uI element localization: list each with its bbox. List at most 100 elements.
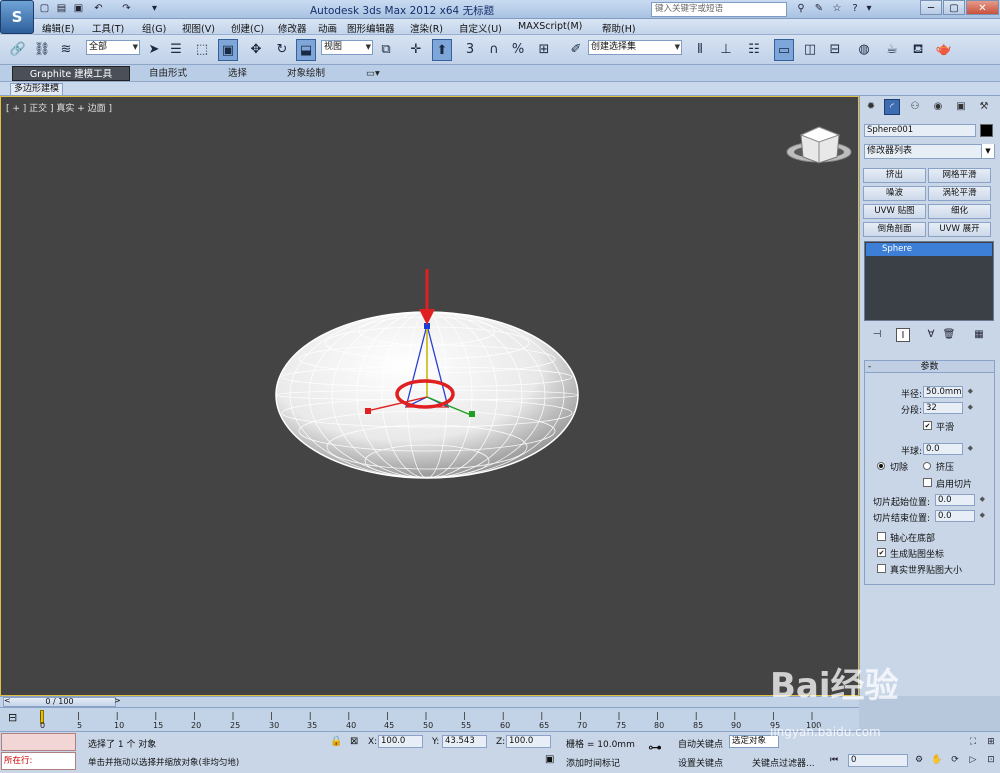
save-icon[interactable]: ▣ (72, 3, 85, 15)
scale-icon[interactable]: ⬓ (296, 39, 316, 61)
modifier-button-turbosmooth[interactable]: 涡轮平滑 (928, 186, 991, 201)
menu-create[interactable]: 创建(C) (231, 21, 264, 35)
tab-selection[interactable]: 选择 (222, 66, 253, 81)
help-icon[interactable]: ? (848, 2, 862, 16)
modifier-button-bevel-profile[interactable]: 倒角剖面 (863, 222, 926, 237)
z-coordinate-field[interactable]: 100.0 (506, 735, 551, 748)
undo-icon[interactable]: ↶ (92, 3, 105, 15)
quick-access-menu-icon[interactable]: ▾ (148, 3, 161, 15)
modifier-button-uvw-map[interactable]: UVW 贴图 (863, 204, 926, 219)
remove-modifier-icon[interactable]: 🗑 (942, 328, 956, 342)
time-tag-icon[interactable]: ▣ (545, 754, 554, 765)
open-file-icon[interactable]: ▤ (55, 3, 68, 15)
set-key-icon[interactable]: ⊶ (648, 740, 662, 756)
smooth-checkbox[interactable]: ✔ (923, 421, 932, 430)
modifier-button-meshsmooth[interactable]: 网格平滑 (928, 168, 991, 183)
zoom-extents-all-icon[interactable]: ⊞ (984, 736, 998, 749)
modifier-list-dropdown[interactable]: 修改器列表 (864, 144, 995, 159)
named-selection-dropdown[interactable]: 创建选择集 (588, 40, 682, 55)
display-tab-icon[interactable]: ▣ (953, 99, 969, 115)
modifier-button-unwrap-uvw[interactable]: UVW 展开 (928, 222, 991, 237)
menu-modifiers[interactable]: 修改器 (278, 21, 307, 35)
redo-icon[interactable]: ↷ (120, 3, 133, 15)
configure-sets-icon[interactable]: ▦ (972, 328, 986, 342)
angle-snap-icon[interactable]: ∩ (484, 39, 504, 61)
slice-on-checkbox[interactable] (923, 478, 932, 487)
menu-maxscript[interactable]: MAXScript(M) (518, 21, 582, 32)
tab-object-paint[interactable]: 对象绘制 (281, 66, 331, 81)
object-name-field[interactable]: Sphere001 (864, 124, 976, 137)
window-crossing-icon[interactable]: ▣ (218, 39, 238, 61)
select-manipulate-icon[interactable]: ✛ (406, 39, 426, 61)
show-end-result-icon[interactable]: Ⅰ (896, 328, 910, 342)
zoom-extents-icon[interactable]: ⛶ (966, 736, 980, 749)
new-file-icon[interactable]: ▢ (38, 3, 51, 15)
layer-manager-icon[interactable]: ☷ (744, 39, 764, 61)
radius-spinner[interactable]: 50.0mm (923, 386, 973, 398)
menu-views[interactable]: 视图(V) (182, 21, 215, 35)
mini-curve-editor-icon[interactable]: ⊟ (8, 711, 17, 724)
render-setup-icon[interactable]: ☕ (882, 39, 902, 61)
goto-start-icon[interactable]: ⏮ (827, 754, 841, 767)
tab-graphite[interactable]: Graphite 建模工具 (12, 66, 130, 81)
create-tab-icon[interactable]: ✹ (863, 99, 879, 115)
pivot-center-icon[interactable]: ⧉ (376, 39, 396, 61)
prev-frame-icon[interactable]: < (4, 696, 11, 705)
maxscript-line[interactable]: 所在行: (1, 752, 76, 770)
render-icon[interactable]: 🫖 (934, 39, 954, 61)
spinner-snap-icon[interactable]: ⊞ (534, 39, 554, 61)
ribbon-options-icon[interactable]: ▭▾ (360, 66, 386, 81)
snap-toggle-icon[interactable]: 3 (460, 39, 480, 61)
squash-radio[interactable] (923, 462, 931, 470)
stack-item-sphere[interactable]: Sphere (866, 243, 992, 256)
rendered-frame-icon[interactable]: ⛾ (908, 39, 928, 61)
modify-tab-icon[interactable]: ◜ (884, 99, 900, 115)
app-logo[interactable]: S (0, 0, 34, 34)
perspective-viewport[interactable]: [ + ] 正交 ] 真实 + 边面 ] (0, 96, 859, 770)
unlink-icon[interactable]: ⛓ (32, 39, 52, 61)
percent-snap-icon[interactable]: % (508, 39, 528, 61)
add-time-tag-button[interactable]: 添加时间标记 (566, 756, 620, 769)
material-editor-icon[interactable]: ◍ (854, 39, 874, 61)
rotate-icon[interactable]: ↻ (272, 39, 292, 61)
modifier-button-tessellate[interactable]: 细化 (928, 204, 991, 219)
chop-radio[interactable] (877, 462, 885, 470)
lock-icon[interactable]: 🔒 (330, 736, 342, 747)
close-button[interactable]: ✕ (966, 0, 999, 15)
menu-graph-editors[interactable]: 图形编辑器 (347, 21, 395, 35)
selection-filter-dropdown[interactable]: 全部 (86, 40, 140, 55)
maxscript-listener[interactable] (1, 733, 76, 751)
auto-key-button[interactable]: 自动关键点 (678, 737, 723, 750)
search-input[interactable]: 键入关键字或短语 (651, 2, 787, 17)
mirror-icon[interactable]: ⫴ (690, 39, 710, 61)
graphite-toggle-icon[interactable]: ▭ (774, 39, 794, 61)
menu-edit[interactable]: 编辑(E) (42, 21, 74, 35)
parameters-header[interactable]: - 参数 (865, 361, 994, 373)
edit-named-selection-icon[interactable]: ✐ (566, 39, 586, 61)
base-to-pivot-checkbox[interactable] (877, 532, 886, 541)
field-of-view-icon[interactable]: ▷ (966, 754, 980, 767)
time-slider[interactable]: 0 / 100 < > (0, 696, 859, 707)
help-dropdown-icon[interactable]: ▾ (862, 2, 876, 16)
pin-stack-icon[interactable]: ⊣ (870, 328, 884, 342)
segments-spinner[interactable]: 32 (923, 402, 973, 414)
link-icon[interactable]: 🔗 (8, 39, 28, 61)
viewcube[interactable] (786, 126, 852, 164)
current-frame-field[interactable]: 0 (848, 754, 908, 767)
star-icon[interactable]: ☆ (830, 2, 844, 16)
schematic-view-icon[interactable]: ⊟ (825, 39, 845, 61)
key-filters-button[interactable]: 关键点过滤器... (752, 756, 815, 769)
reference-coord-dropdown[interactable]: 视图 (321, 40, 373, 55)
curve-editor-icon[interactable]: ◫ (800, 39, 820, 61)
menu-group[interactable]: 组(G) (142, 21, 166, 35)
time-config-icon[interactable]: ⚙ (912, 754, 926, 767)
set-key-button[interactable]: 设置关键点 (678, 756, 723, 769)
menu-animation[interactable]: 动画 (318, 21, 337, 35)
orbit-icon[interactable]: ⟳ (948, 754, 962, 767)
rect-selection-icon[interactable]: ⬚ (192, 39, 212, 61)
slice-from-spinner[interactable]: 0.0 (935, 494, 985, 506)
pan-icon[interactable]: ✋ (930, 754, 944, 767)
menu-rendering[interactable]: 渲染(R) (410, 21, 443, 35)
make-unique-icon[interactable]: ∀ (924, 328, 938, 342)
hierarchy-tab-icon[interactable]: ⚇ (907, 99, 923, 115)
